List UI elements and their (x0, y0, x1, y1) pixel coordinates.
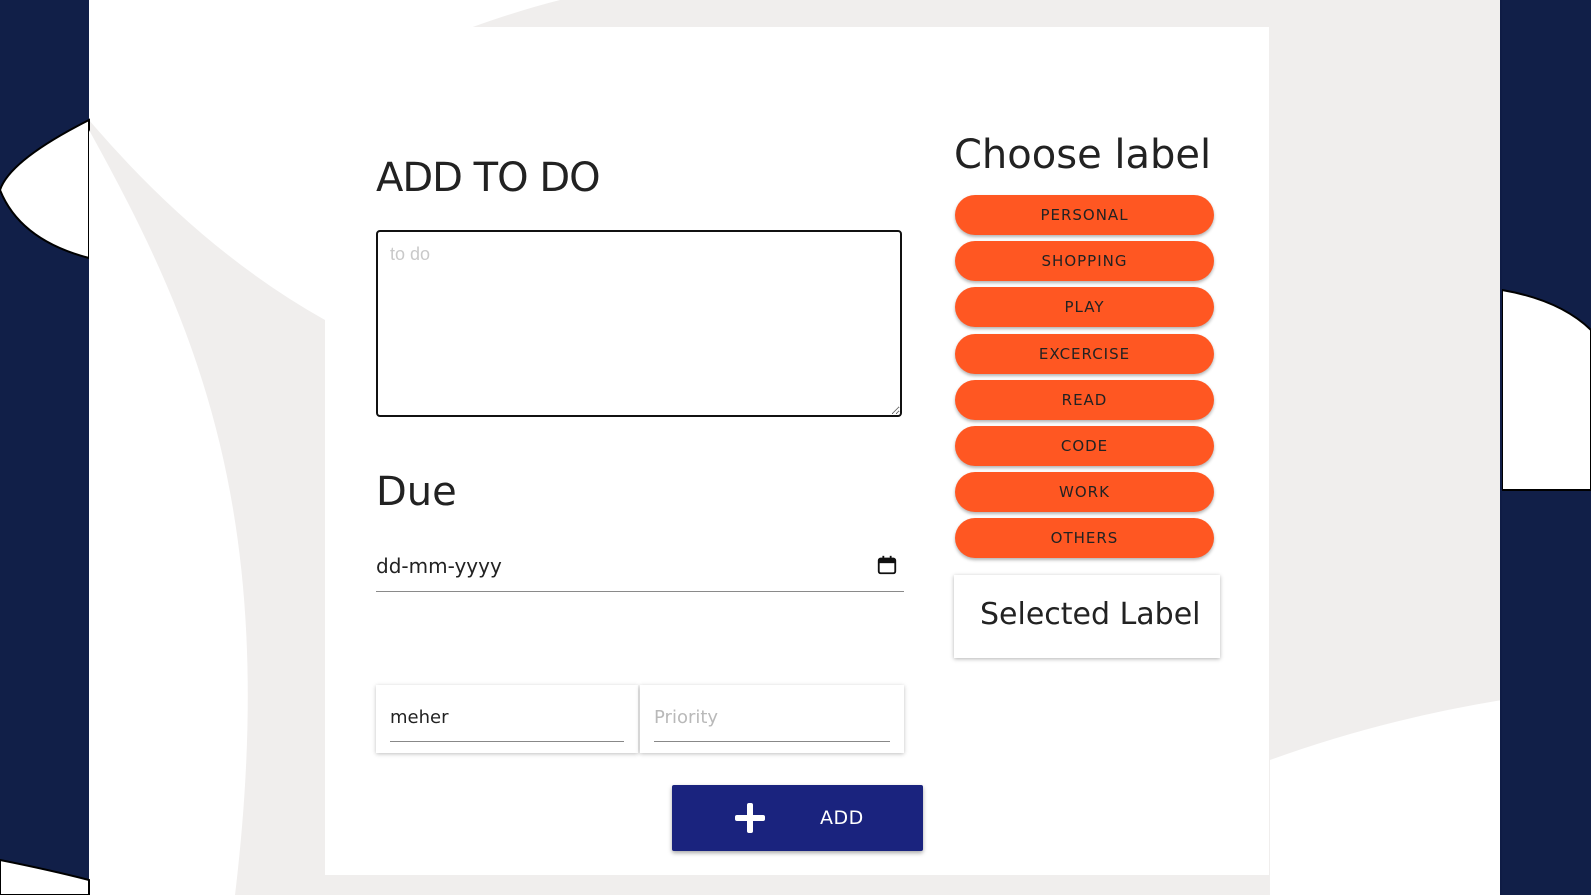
name-card (376, 685, 638, 753)
label-button-work[interactable]: WORK (955, 472, 1214, 513)
add-button-label: ADD (820, 807, 864, 829)
label-button-others[interactable]: OTHERS (955, 518, 1214, 559)
due-date-value: dd-mm-yyyy (376, 554, 502, 578)
label-button-read[interactable]: READ (955, 379, 1214, 420)
label-button-play[interactable]: PLAY (955, 287, 1214, 328)
add-button[interactable]: ADD (672, 785, 923, 851)
selected-label-text: Selected Label (980, 597, 1201, 632)
choose-label-heading: Choose label (954, 132, 1212, 178)
label-button-personal[interactable]: PERSONAL (955, 195, 1214, 235)
due-heading: Due (376, 469, 457, 515)
priority-input[interactable] (654, 685, 890, 742)
label-button-excercise[interactable]: EXCERCISE (955, 333, 1214, 374)
name-input[interactable] (390, 685, 624, 742)
page-title: ADD TO DO (376, 155, 601, 201)
calendar-icon[interactable] (876, 554, 898, 576)
plus-icon (735, 803, 765, 833)
label-button-code[interactable]: CODE (955, 425, 1214, 466)
due-date-input[interactable]: dd-mm-yyyy (376, 542, 904, 592)
label-list: PERSONAL SHOPPING PLAY EXCERCISE READ CO… (955, 195, 1214, 565)
label-button-shopping[interactable]: SHOPPING (955, 241, 1214, 282)
priority-card (640, 685, 904, 753)
selected-label-card: Selected Label (954, 575, 1220, 658)
todo-textarea[interactable] (376, 230, 902, 417)
